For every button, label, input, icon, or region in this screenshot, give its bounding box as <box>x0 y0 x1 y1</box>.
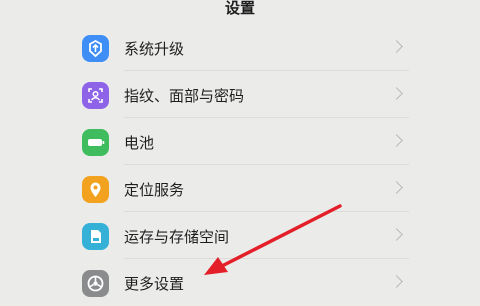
divider <box>124 70 409 71</box>
divider <box>124 164 409 165</box>
settings-item-label: 指纹、面部与密码 <box>124 87 245 105</box>
settings-item-location[interactable]: 定位服务 <box>70 166 415 212</box>
chevron-right-icon <box>390 134 403 147</box>
system-update-icon <box>82 35 109 62</box>
fingerprint-face-icon <box>82 82 109 109</box>
location-icon <box>82 176 109 203</box>
divider <box>124 258 409 259</box>
page-title: 设置 <box>224 0 255 17</box>
divider <box>124 211 409 212</box>
settings-item-more-settings[interactable]: 更多设置 <box>70 260 415 306</box>
settings-item-fingerprint-face-password[interactable]: 指纹、面部与密码 <box>70 72 415 118</box>
chevron-right-icon <box>390 40 403 53</box>
settings-item-system-update[interactable]: 系统升级 <box>70 25 415 71</box>
settings-item-label: 更多设置 <box>124 275 185 293</box>
settings-item-label: 系统升级 <box>124 40 185 58</box>
chevron-right-icon <box>390 181 403 194</box>
storage-icon <box>82 223 109 250</box>
divider <box>124 117 409 118</box>
settings-item-label: 电池 <box>124 134 155 152</box>
settings-item-label: 定位服务 <box>124 181 185 199</box>
battery-icon <box>82 129 109 156</box>
settings-item-label: 运存与存储空间 <box>124 228 230 246</box>
more-settings-icon <box>82 270 109 297</box>
chevron-right-icon <box>390 87 403 100</box>
chevron-right-icon <box>390 228 403 241</box>
settings-item-battery[interactable]: 电池 <box>70 119 415 165</box>
settings-item-storage[interactable]: 运存与存储空间 <box>70 213 415 259</box>
chevron-right-icon <box>390 275 403 288</box>
